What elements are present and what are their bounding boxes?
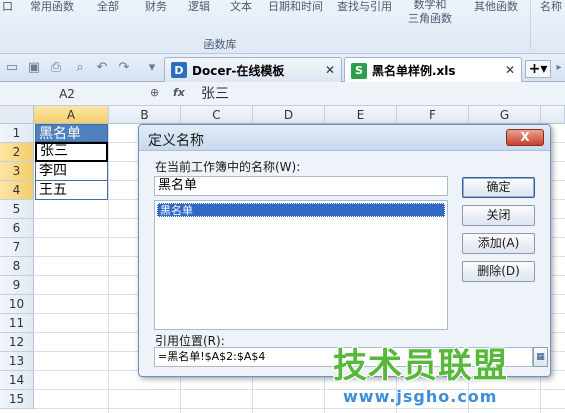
- ribbon-group-label: 函数库: [203, 38, 237, 51]
- row-header-12[interactable]: 12: [0, 333, 34, 352]
- row-header-7[interactable]: 7: [0, 238, 34, 257]
- column-header-f[interactable]: F: [397, 106, 469, 124]
- tab-label: Docer-在线模板: [192, 63, 285, 78]
- delete-button[interactable]: 删除(D): [462, 261, 535, 282]
- row-header-10[interactable]: 10: [0, 295, 34, 314]
- cell-a4[interactable]: 王五: [35, 181, 108, 200]
- tab-bar: ▭ ▣ ⎙ ⌕ ↶ ↷ ▾ D Docer-在线模板 ✕ S 黑名单样例.xls…: [0, 54, 565, 83]
- row-header-1[interactable]: 1: [0, 124, 34, 143]
- ribbon-item-math[interactable]: 数学和 三角函数: [408, 0, 452, 26]
- close-icon[interactable]: ✕: [325, 63, 335, 77]
- fx-icon[interactable]: fx: [173, 86, 185, 99]
- tab-blacklist-sample[interactable]: S 黑名单样例.xls ✕: [344, 57, 522, 83]
- row-header-8[interactable]: 8: [0, 257, 34, 276]
- row-header-4[interactable]: 4: [0, 181, 34, 200]
- print-preview-icon[interactable]: ⌕: [72, 60, 88, 76]
- ribbon-item-finance[interactable]: 财务: [145, 0, 167, 14]
- cell-a2[interactable]: 张三: [35, 142, 108, 162]
- row-header-14[interactable]: 14: [0, 371, 34, 390]
- column-header-h[interactable]: [541, 106, 565, 124]
- tab-list-chevron-icon[interactable]: ▸: [551, 60, 565, 76]
- row-header-3[interactable]: 3: [0, 162, 34, 181]
- print-icon[interactable]: ⎙: [48, 60, 64, 76]
- save-icon[interactable]: ▣: [26, 60, 42, 76]
- ribbon-item-all[interactable]: 全部: [97, 0, 119, 14]
- add-button[interactable]: 添加(A): [462, 233, 535, 254]
- column-header-e[interactable]: E: [325, 106, 397, 124]
- column-header-a[interactable]: A: [34, 106, 109, 124]
- ribbon-item-text[interactable]: 文本: [230, 0, 252, 14]
- dialog-close-button[interactable]: X: [506, 129, 544, 146]
- names-label: 在当前工作簿中的名称(W):: [155, 160, 301, 174]
- row-header-6[interactable]: 6: [0, 219, 34, 238]
- ribbon: 口 常用函数 全部 财务 逻辑 文本 日期和时间 查找与引用 数学和 三角函数 …: [0, 0, 565, 54]
- spreadsheet-icon: S: [351, 62, 367, 79]
- range-select-icon[interactable]: ▦: [533, 347, 548, 367]
- tab-label: 黑名单样例.xls: [372, 64, 456, 78]
- close-icon[interactable]: ✕: [505, 63, 515, 77]
- cell-a3[interactable]: 李四: [35, 162, 108, 181]
- name-box[interactable]: A2: [4, 85, 130, 103]
- grid-line: [34, 408, 565, 409]
- ribbon-item-insert-function[interactable]: 口: [2, 0, 13, 14]
- ribbon-divider: [530, 0, 531, 50]
- zoom-icon[interactable]: ⊕: [150, 86, 159, 99]
- formula-input[interactable]: 张三: [201, 85, 229, 103]
- close-button[interactable]: 关闭: [462, 205, 535, 226]
- formula-bar: A2 ⊕ fx 张三: [0, 82, 565, 106]
- row-header-2[interactable]: 2: [0, 143, 34, 162]
- tab-docer-templates[interactable]: D Docer-在线模板 ✕: [164, 57, 342, 82]
- open-icon[interactable]: ▭: [4, 60, 20, 76]
- ribbon-item-logic[interactable]: 逻辑: [188, 0, 210, 14]
- column-header-b[interactable]: B: [109, 106, 181, 124]
- names-list[interactable]: 黑名单: [154, 200, 448, 330]
- list-item[interactable]: 黑名单: [157, 203, 445, 217]
- ribbon-item-datetime[interactable]: 日期和时间: [268, 0, 323, 14]
- row-header-5[interactable]: 5: [0, 200, 34, 219]
- ribbon-item-names[interactable]: 名称: [540, 0, 562, 14]
- row-header-9[interactable]: 9: [0, 276, 34, 295]
- redo-icon[interactable]: ↷: [116, 60, 132, 76]
- ok-button[interactable]: 确定: [462, 177, 535, 198]
- new-tab-button[interactable]: +▾: [525, 60, 551, 78]
- docer-icon: D: [171, 62, 187, 78]
- name-input[interactable]: 黑名单: [154, 176, 448, 196]
- row-header-13[interactable]: 13: [0, 352, 34, 371]
- column-header-c[interactable]: C: [181, 106, 253, 124]
- ribbon-item-other-functions[interactable]: 其他函数: [474, 0, 518, 14]
- undo-icon[interactable]: ↶: [94, 60, 110, 76]
- watermark-url: www.jsgho.com: [343, 387, 498, 406]
- watermark-title: 技术员联盟: [333, 346, 508, 386]
- dialog-title: 定义名称: [148, 133, 204, 149]
- select-all-corner[interactable]: [0, 106, 34, 124]
- dialog-title-bar[interactable]: 定义名称 X: [139, 125, 550, 151]
- row-header-15[interactable]: 15: [0, 390, 34, 409]
- ribbon-item-common-functions[interactable]: 常用函数: [30, 0, 74, 14]
- row-header-11[interactable]: 11: [0, 314, 34, 333]
- column-header-g[interactable]: G: [469, 106, 541, 124]
- cell-a1[interactable]: 黑名单: [35, 124, 108, 142]
- column-header-d[interactable]: D: [253, 106, 325, 124]
- customize-dropdown-icon[interactable]: ▾: [144, 60, 160, 76]
- ribbon-item-lookup[interactable]: 查找与引用: [337, 0, 392, 14]
